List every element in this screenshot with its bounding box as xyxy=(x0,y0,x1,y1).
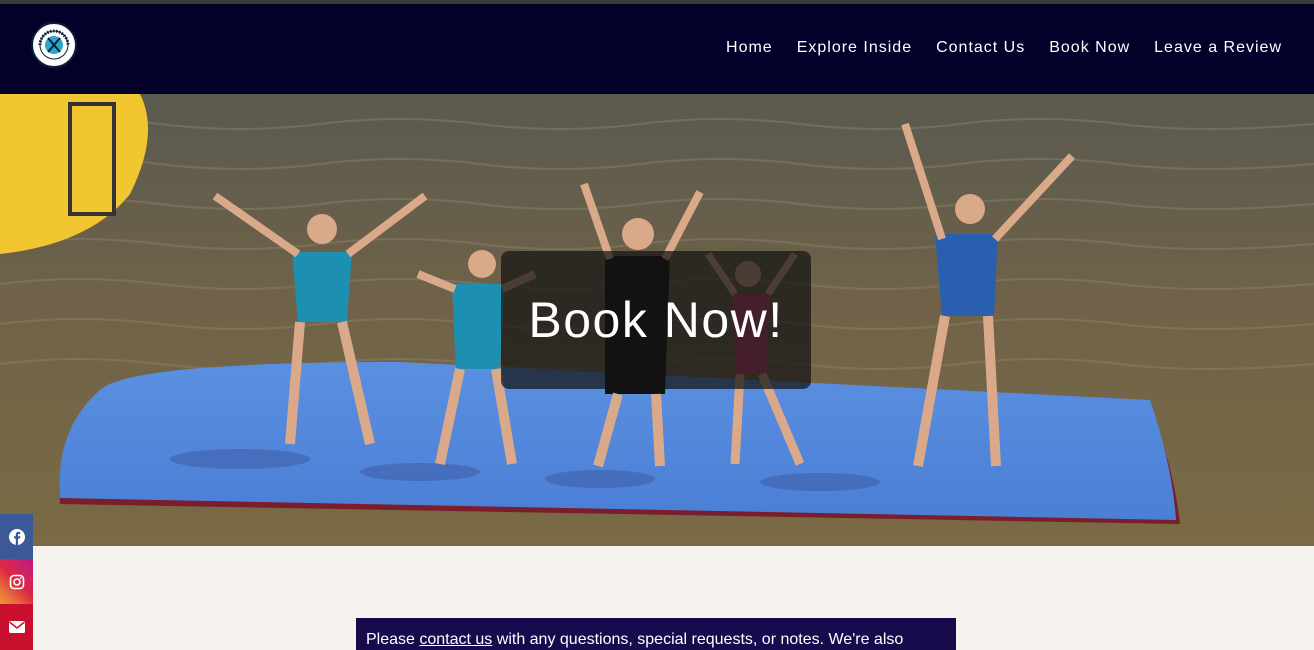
book-now-cta[interactable]: Book Now! xyxy=(501,251,811,389)
main-nav: Home Explore Inside Contact Us Book Now … xyxy=(702,39,1282,57)
contact-us-link[interactable]: contact us xyxy=(419,631,492,648)
notice-suffix: with any questions, special requests, or… xyxy=(492,631,904,648)
instagram-icon xyxy=(9,574,24,589)
email-link[interactable] xyxy=(0,604,33,650)
facebook-icon xyxy=(8,528,25,545)
email-icon xyxy=(8,621,25,633)
nav-explore-inside[interactable]: Explore Inside xyxy=(797,39,912,57)
nav-leave-review[interactable]: Leave a Review xyxy=(1154,39,1282,57)
navbar: Home Explore Inside Contact Us Book Now … xyxy=(0,4,1314,94)
nav-book-now[interactable]: Book Now xyxy=(1049,39,1130,57)
logo-icon xyxy=(34,25,74,65)
nav-home[interactable]: Home xyxy=(726,39,773,57)
nav-contact-us[interactable]: Contact Us xyxy=(936,39,1025,57)
notice-prefix: Please xyxy=(366,631,420,648)
book-now-cta-label: Book Now! xyxy=(528,292,784,348)
site-logo[interactable] xyxy=(31,22,77,68)
hero-banner: Book Now! xyxy=(0,94,1314,546)
instagram-link[interactable] xyxy=(0,559,33,604)
facebook-link[interactable] xyxy=(0,514,33,559)
contact-notice: Please contact us with any questions, sp… xyxy=(356,618,956,650)
